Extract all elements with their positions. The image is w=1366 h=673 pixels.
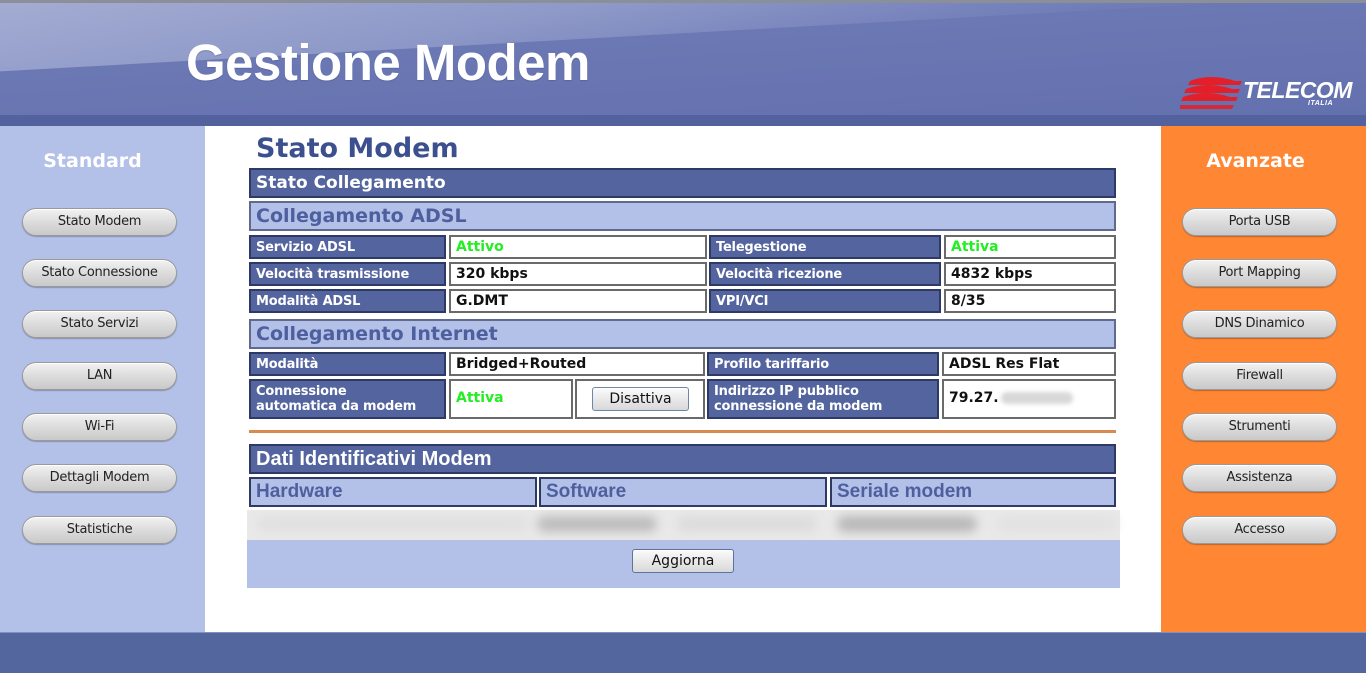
page-title: Stato Modem [256,133,459,164]
nav-dettagli-modem[interactable]: Dettagli Modem [22,464,177,492]
nav-stato-connessione[interactable]: Stato Connessione [22,259,177,287]
footer-bar [0,632,1366,673]
nav-assistenza[interactable]: Assistenza [1182,464,1337,492]
logo-text: TELECOM [1243,77,1352,103]
label-velocita-ricezione: Velocità ricezione [709,262,941,286]
identifiers-redacted-row [247,510,1120,540]
label-vpi-vci: VPI/VCI [709,289,941,313]
label-velocita-trasmissione: Velocità trasmissione [249,262,446,286]
value-vpi-vci: 8/35 [944,289,1116,313]
label-modalita-adsl: Modalità ADSL [249,289,446,313]
label-indirizzo-ip-line2: connessione da modem [714,399,883,414]
logo-subtext: ITALIA [1308,100,1334,107]
header-band [0,115,1366,126]
section-collegamento-internet: Collegamento Internet [249,319,1116,349]
value-profilo-tariffario: ADSL Res Flat [942,352,1116,376]
app-title: Gestione Modem [186,34,590,91]
telecom-logo: TELECOM ITALIA [1180,75,1355,109]
value-modalita: Bridged+Routed [449,352,705,376]
ip-redacted [1000,392,1073,404]
telecom-logo-icon [1180,77,1242,109]
header-banner: Gestione Modem TELECOM ITALIA [0,0,1366,126]
value-telegestione: Attiva [944,235,1116,259]
column-seriale-modem: Seriale modem [830,477,1116,507]
label-connessione-automatica-line2: automatica da modem [256,399,417,414]
value-modalita-adsl: G.DMT [449,289,707,313]
value-indirizzo-ip: 79.27. [942,379,1116,419]
section-dati-identificativi: Dati Identificativi Modem [249,444,1116,474]
nav-lan[interactable]: LAN [22,362,177,390]
value-servizio-adsl: Attivo [449,235,707,259]
ip-visible-part: 79.27. [949,390,999,406]
label-connessione-automatica: Connessione automatica da modem [249,379,446,419]
column-software: Software [539,477,827,507]
label-servizio-adsl: Servizio ADSL [249,235,446,259]
column-hardware: Hardware [249,477,537,507]
sidebar-standard-title: Standard [43,150,142,172]
refresh-button[interactable]: Aggiorna [632,549,734,573]
nav-wifi[interactable]: Wi-Fi [22,413,177,441]
nav-stato-servizi[interactable]: Stato Servizi [22,310,177,338]
sidebar-advanced-title: Avanzate [1206,150,1305,172]
sidebar-standard: Standard Stato Modem Stato Connessione S… [0,126,205,632]
nav-dns-dinamico[interactable]: DNS Dinamico [1182,310,1337,338]
nav-accesso[interactable]: Accesso [1182,516,1337,544]
nav-port-mapping[interactable]: Port Mapping [1182,259,1337,287]
nav-strumenti[interactable]: Strumenti [1182,413,1337,441]
value-velocita-trasmissione: 320 kbps [449,262,707,286]
value-connessione-automatica: Attiva [449,379,573,419]
nav-porta-usb[interactable]: Porta USB [1182,208,1337,236]
section-divider [249,430,1116,433]
nav-stato-modem[interactable]: Stato Modem [22,208,177,236]
label-connessione-automatica-line1: Connessione [256,384,347,399]
label-indirizzo-ip-line1: Indirizzo IP pubblico [714,384,859,399]
label-modalita: Modalità [249,352,446,376]
deactivate-button[interactable]: Disattiva [592,387,689,411]
section-collegamento-adsl: Collegamento ADSL [249,201,1116,231]
section-stato-collegamento: Stato Collegamento [249,168,1116,198]
value-velocita-ricezione: 4832 kbps [944,262,1116,286]
sidebar-advanced: Avanzate Porta USB Port Mapping DNS Dina… [1161,126,1366,632]
label-profilo-tariffario: Profilo tariffario [707,352,939,376]
label-telegestione: Telegestione [709,235,941,259]
label-indirizzo-ip: Indirizzo IP pubblico connessione da mod… [707,379,939,419]
nav-firewall[interactable]: Firewall [1182,362,1337,390]
nav-statistiche[interactable]: Statistiche [22,516,177,544]
